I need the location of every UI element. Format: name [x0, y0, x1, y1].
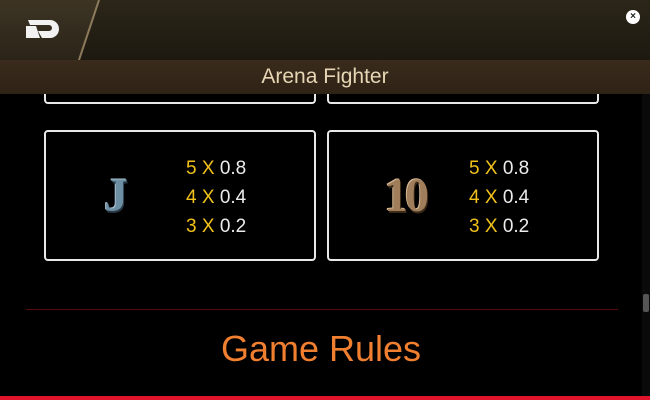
payout-count: 4: [469, 187, 480, 208]
paytable-card-partial: [44, 94, 316, 104]
back-logo-icon: [0, 0, 100, 61]
payout-row: 5 X 0.8: [469, 154, 529, 183]
payout-x: X: [484, 187, 498, 208]
payout-x: X: [484, 158, 498, 179]
section-divider: [26, 309, 618, 310]
paytable-scroll-area[interactable]: J 5 X 0.8 4 X 0.4 3 X 0.2 10 5 X 0.8 4 X…: [0, 94, 642, 396]
payout-count: 5: [186, 158, 197, 179]
payout-value: 0.8: [219, 158, 247, 179]
payout-value: 0.2: [502, 216, 530, 237]
payout-row: 5 X 0.8: [186, 154, 246, 183]
payout-x: X: [201, 187, 215, 208]
paytable-card-10: 10 5 X 0.8 4 X 0.4 3 X 0.2: [327, 130, 599, 261]
payout-count: 5: [469, 158, 480, 179]
page-title: Arena Fighter: [261, 65, 389, 88]
payout-row: 3 X 0.2: [469, 212, 529, 241]
payout-count: 3: [186, 216, 197, 237]
top-bar: ×: [0, 0, 650, 61]
payout-count: 4: [186, 187, 197, 208]
symbol-j-icon: J: [104, 169, 128, 222]
payout-value: 0.4: [502, 187, 530, 208]
bottom-accent-bar: [0, 396, 650, 400]
close-button[interactable]: ×: [626, 10, 640, 24]
back-button[interactable]: [0, 0, 100, 61]
payout-value: 0.8: [502, 158, 530, 179]
payout-row: 4 X 0.4: [469, 183, 529, 212]
payout-value: 0.4: [219, 187, 247, 208]
payout-list: 5 X 0.8 4 X 0.4 3 X 0.2: [186, 154, 246, 241]
payout-count: 3: [469, 216, 480, 237]
scrollbar-thumb[interactable]: [643, 294, 649, 312]
close-icon: ×: [630, 11, 636, 22]
payout-x: X: [201, 158, 215, 179]
title-bar: Arena Fighter: [0, 60, 650, 94]
payout-value: 0.2: [219, 216, 247, 237]
scrollbar[interactable]: [642, 94, 650, 396]
payout-x: X: [484, 216, 498, 237]
section-heading-game-rules: Game Rules: [220, 328, 422, 369]
symbol-10-icon: 10: [384, 169, 429, 222]
game-info-screen: × Arena Fighter J 5 X 0.8 4 X 0.4 3 X 0.…: [0, 0, 650, 400]
payout-x: X: [201, 216, 215, 237]
paytable-card-j: J 5 X 0.8 4 X 0.4 3 X 0.2: [44, 130, 316, 261]
paytable-card-partial: [327, 94, 599, 104]
payout-list: 5 X 0.8 4 X 0.4 3 X 0.2: [469, 154, 529, 241]
payout-row: 3 X 0.2: [186, 212, 246, 241]
payout-row: 4 X 0.4: [186, 183, 246, 212]
